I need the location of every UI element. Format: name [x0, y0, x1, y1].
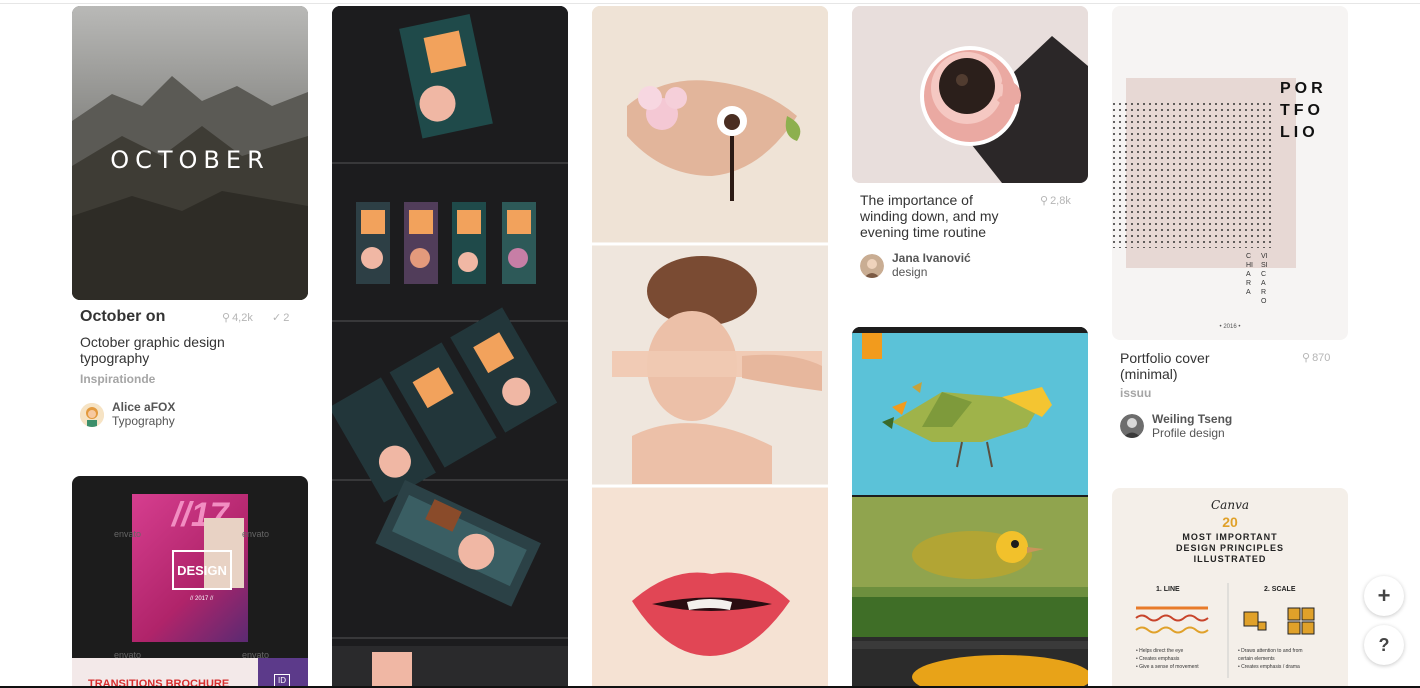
pin-title[interactable]: October on [80, 308, 165, 326]
user-name[interactable]: Weiling Tseng [1152, 412, 1232, 426]
pushpin-icon: ⚲ [1040, 195, 1049, 207]
board-name[interactable]: design [892, 265, 927, 279]
pin-description: October graphic design typography [80, 334, 225, 366]
pushpin-icon: ⚲ [222, 312, 231, 324]
pin-source[interactable]: Inspirationde [80, 372, 155, 386]
coffee-cup-illustration [852, 6, 1088, 183]
save-count: ⚲ 2,8k [1040, 195, 1071, 207]
pin-image-october[interactable]: OCTOBER [72, 6, 308, 300]
canva-bullet: • Helps direct the eye [1136, 648, 1184, 654]
dot-pattern [1112, 102, 1272, 248]
polygon-bird-artwork [852, 327, 1088, 688]
pin-image-bird[interactable] [852, 327, 1088, 688]
plus-icon: + [1377, 583, 1391, 608]
board-name[interactable]: Profile design [1152, 426, 1225, 440]
canva-bullet: • Creates emphasis / drama [1238, 664, 1300, 670]
pin-image-coffee[interactable] [852, 6, 1088, 183]
canva-bullet: • Creates emphasis [1136, 656, 1180, 662]
portfolio-title-line: POR [1280, 80, 1327, 97]
user-name[interactable]: Alice aFOX [112, 400, 175, 414]
canva-bullet: • Draws attention to and from [1238, 648, 1303, 654]
question-icon: ? [1378, 634, 1390, 655]
pin-image-collage[interactable] [592, 6, 828, 688]
portfolio-title-line: TFO [1280, 102, 1324, 119]
pin-image-transitions[interactable]: //17 DESIGN // 2017 // envato envato env… [72, 476, 308, 688]
check-icon: ✓ [272, 312, 282, 324]
avatar[interactable] [80, 403, 104, 427]
pin-description[interactable]: Portfolio cover (minimal) [1120, 350, 1250, 382]
add-button[interactable]: + [1364, 576, 1404, 616]
pushpin-icon: ⚲ [1302, 352, 1311, 364]
canva-bullet: • Give a sense of movement [1136, 664, 1199, 670]
portfolio-year: • 2016 • [1219, 324, 1241, 330]
avatar[interactable] [860, 254, 884, 278]
pin-description[interactable]: The importance of winding down, and my e… [860, 192, 1010, 240]
like-count: ✓ 2 [272, 312, 290, 324]
help-button[interactable]: ? [1364, 625, 1404, 665]
brochure-subtext: // 2017 // [190, 596, 214, 602]
brochure-label: DESIGN [172, 550, 232, 590]
watermark: envato [114, 529, 142, 539]
portfolio-side-text: VISICARO [1261, 253, 1268, 305]
october-image-text: OCTOBER [110, 146, 270, 174]
canva-bullet: certain elements [1238, 656, 1275, 662]
watermark: envato [242, 529, 270, 539]
pin-image-canva[interactable]: Canva 20 MOST IMPORTANT DESIGN PRINCIPLE… [1112, 488, 1348, 688]
save-count: ⚲ 870 [1302, 352, 1331, 364]
pin-source[interactable]: issuu [1120, 386, 1151, 400]
save-count: ⚲ 4,2k [222, 312, 253, 324]
portfolio-title-line: LIO [1280, 124, 1319, 141]
pin-image-portfolio[interactable]: POR TFO LIO CHIARA VISICARO • 2016 • [1112, 6, 1348, 340]
board-name[interactable]: Typography [112, 414, 175, 428]
user-name[interactable]: Jana Ivanović [892, 251, 971, 265]
portfolio-side-text: CHIARA [1246, 253, 1253, 296]
chocolate-packaging-photo [332, 6, 568, 688]
avatar[interactable] [1120, 414, 1144, 438]
pin-image-chocolate[interactable] [332, 6, 568, 688]
top-divider [0, 3, 1420, 4]
collage-art-photo [592, 6, 828, 688]
